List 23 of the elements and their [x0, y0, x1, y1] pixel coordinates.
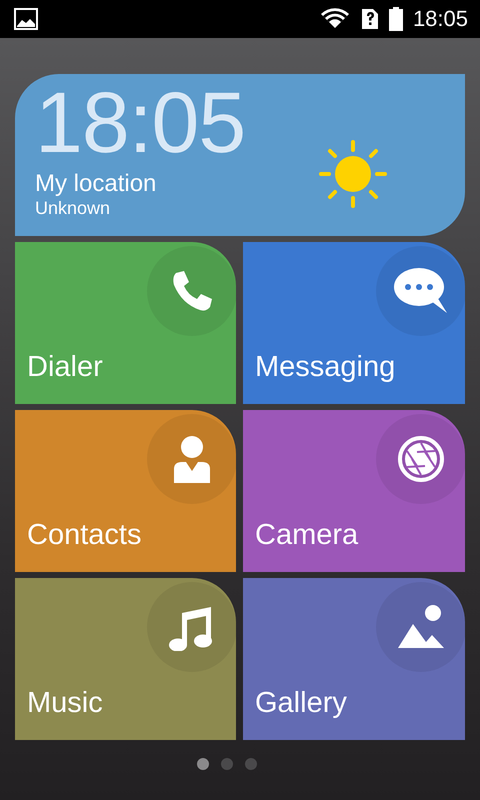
app-tile[interactable]: Messaging: [243, 242, 465, 404]
wifi-icon: [318, 8, 351, 30]
location-value: Unknown: [35, 198, 110, 219]
app-tile[interactable]: Camera: [243, 410, 465, 572]
aperture-icon: [397, 435, 445, 483]
person-icon: [172, 435, 212, 483]
clock-time: 18:05: [35, 80, 246, 166]
chat-bubble-icon: [393, 267, 449, 315]
unknown-sim-icon: [360, 8, 379, 30]
app-tile[interactable]: Gallery: [243, 578, 465, 740]
app-tile[interactable]: Contacts: [15, 410, 236, 572]
mountain-picture-icon: [396, 604, 446, 650]
sun-icon: [319, 140, 387, 208]
page-indicator-dot[interactable]: [221, 758, 233, 770]
page-indicator-dot[interactable]: [245, 758, 257, 770]
app-tile[interactable]: Music: [15, 578, 236, 740]
app-tile[interactable]: Dialer: [15, 242, 236, 404]
status-time: 18:05: [412, 6, 468, 32]
image-notification-icon: [14, 8, 38, 30]
location-label: My location: [35, 170, 156, 198]
battery-icon: [388, 7, 403, 31]
page-indicator-dot[interactable]: [197, 758, 209, 770]
clock-widget[interactable]: 18:05 My location Unknown: [15, 74, 465, 236]
